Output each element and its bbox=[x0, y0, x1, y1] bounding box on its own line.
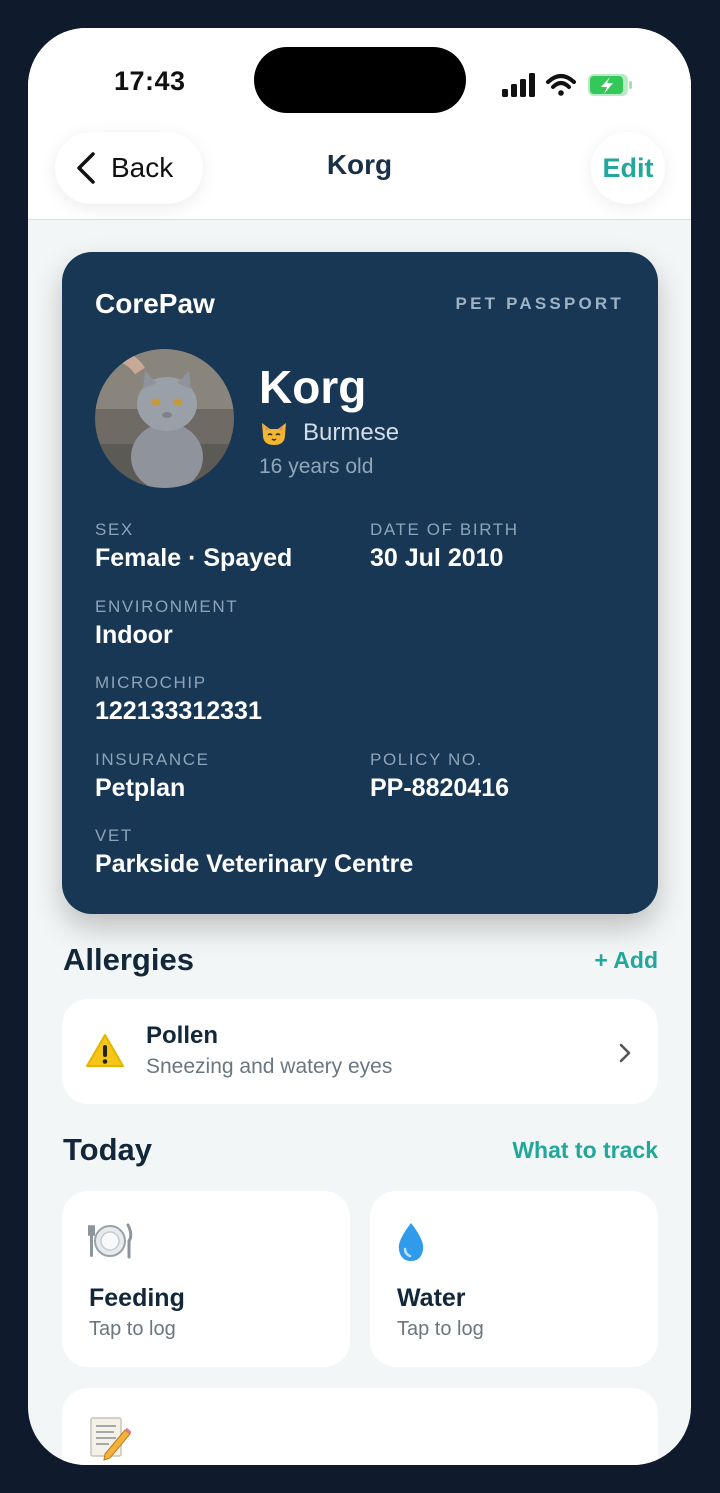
tile-label: Feeding bbox=[89, 1284, 185, 1312]
tile-subtitle: Tap to log bbox=[89, 1318, 176, 1340]
feeding-tile[interactable]: Feeding Tap to log bbox=[62, 1191, 350, 1367]
policy-value: PP-8820416 bbox=[370, 774, 510, 802]
add-allergy-button[interactable]: + Add bbox=[594, 947, 658, 974]
environment-label: ENVIRONMENT bbox=[95, 597, 239, 616]
chevron-right-icon bbox=[619, 1043, 631, 1063]
edit-button[interactable]: Edit bbox=[591, 132, 665, 204]
vet-value: Parkside Veterinary Centre bbox=[95, 850, 414, 878]
signal-icon bbox=[502, 73, 535, 97]
environment-value: Indoor bbox=[95, 621, 173, 649]
insurance-label: INSURANCE bbox=[95, 750, 210, 769]
allergy-reaction: Sneezing and watery eyes bbox=[146, 1055, 393, 1078]
sex-label: SEX bbox=[95, 520, 134, 539]
status-icons bbox=[502, 73, 632, 97]
tile-label: Water bbox=[397, 1284, 466, 1312]
today-heading: Today bbox=[63, 1132, 152, 1167]
tile-subtitle: Tap to log bbox=[397, 1318, 484, 1340]
pet-breed: Burmese bbox=[303, 419, 400, 446]
warning-icon bbox=[86, 1034, 124, 1067]
passport-label: PET PASSPORT bbox=[455, 294, 624, 313]
allergy-item[interactable]: Pollen Sneezing and watery eyes bbox=[62, 999, 658, 1104]
phone-screen: 17:43 Back Korg Edit CorePaw PET PASSPOR… bbox=[28, 28, 691, 1465]
notes-tile[interactable] bbox=[62, 1388, 658, 1465]
wifi-icon bbox=[546, 74, 576, 96]
what-to-track-link[interactable]: What to track bbox=[512, 1137, 658, 1164]
policy-label: POLICY NO. bbox=[370, 750, 483, 769]
breed-row: Burmese bbox=[259, 419, 399, 447]
water-tile[interactable]: Water Tap to log bbox=[370, 1191, 658, 1367]
sex-value: Female · Spayed bbox=[95, 544, 293, 572]
notepad-pencil-icon bbox=[90, 1417, 131, 1461]
pet-age: 16 years old bbox=[259, 455, 374, 478]
insurance-value: Petplan bbox=[95, 774, 186, 802]
plate-cutlery-icon bbox=[88, 1223, 133, 1259]
dob-value: 30 Jul 2010 bbox=[370, 544, 504, 572]
dynamic-island bbox=[254, 47, 466, 113]
battery-charging-icon bbox=[588, 74, 632, 96]
allergies-heading: Allergies bbox=[63, 942, 194, 977]
brand-name: CorePaw bbox=[95, 288, 215, 319]
dob-label: DATE OF BIRTH bbox=[370, 520, 519, 539]
top-bar: 17:43 Back Korg Edit bbox=[28, 28, 691, 220]
status-time: 17:43 bbox=[114, 66, 186, 96]
vet-label: VET bbox=[95, 826, 133, 845]
pet-name: Korg bbox=[259, 361, 367, 413]
water-drop-icon bbox=[398, 1223, 424, 1261]
cat-face-icon bbox=[262, 423, 286, 445]
microchip-label: MICROCHIP bbox=[95, 673, 207, 692]
pet-passport-card[interactable]: CorePaw PET PASSPORT Korg Burmese 16 yea… bbox=[62, 252, 658, 914]
allergy-name: Pollen bbox=[146, 1022, 219, 1049]
microchip-value: 122133312331 bbox=[95, 697, 262, 725]
pet-avatar bbox=[95, 349, 234, 488]
